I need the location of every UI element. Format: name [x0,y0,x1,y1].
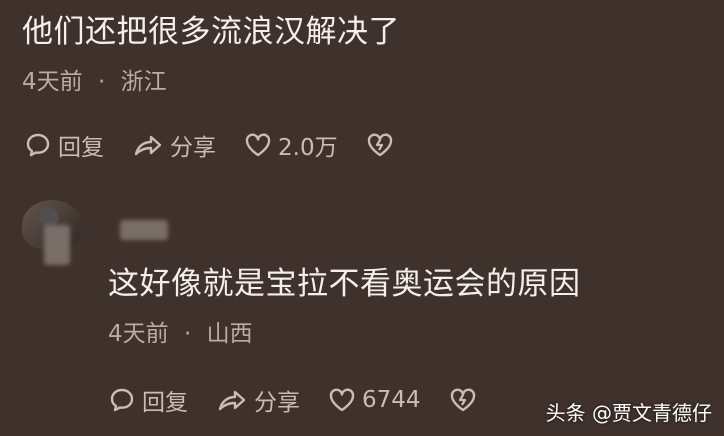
reply-icon [108,386,142,414]
like-count: 6744 [362,387,421,413]
comment-meta: 4天前 · 山西 [108,320,253,348]
dislike-button[interactable] [449,387,483,413]
like-count: 2.0万 [278,135,338,161]
meta-separator: · [97,69,106,95]
blurred-avatar-overlay [44,225,70,265]
reply-label: 回复 [58,135,104,161]
comment-location: 山西 [206,321,253,347]
comment-actions: 回复 分享 6744 [108,383,511,417]
dislike-icon [366,132,400,158]
share-label: 分享 [254,390,300,416]
share-icon [132,131,170,159]
share-button[interactable]: 分享 [216,383,300,417]
comment-text: 他们还把很多流浪汉解决了 [22,14,400,50]
dislike-button[interactable] [366,132,400,158]
dislike-icon [449,387,483,413]
share-icon [216,386,254,414]
comment-location: 浙江 [120,69,167,95]
like-icon [328,387,362,413]
comment-text: 这好像就是宝拉不看奥运会的原因 [108,266,581,302]
share-label: 分享 [170,135,216,161]
comment-actions: 回复 分享 2.0万 [24,128,428,162]
comment-meta: 4天前 · 浙江 [22,68,167,96]
reply-icon [24,131,58,159]
comment-time: 4天前 [108,321,169,347]
meta-separator: · [183,321,192,347]
blurred-username [120,220,168,240]
share-button[interactable]: 分享 [132,128,216,162]
comment-time: 4天前 [22,69,83,95]
like-button[interactable]: 6744 [328,387,421,413]
like-button[interactable]: 2.0万 [244,128,338,162]
reply-button[interactable]: 回复 [24,128,104,162]
watermark: 头条 @贾文青德仔 [545,401,712,425]
reply-button[interactable]: 回复 [108,383,188,417]
like-icon [244,132,278,158]
reply-label: 回复 [142,390,188,416]
